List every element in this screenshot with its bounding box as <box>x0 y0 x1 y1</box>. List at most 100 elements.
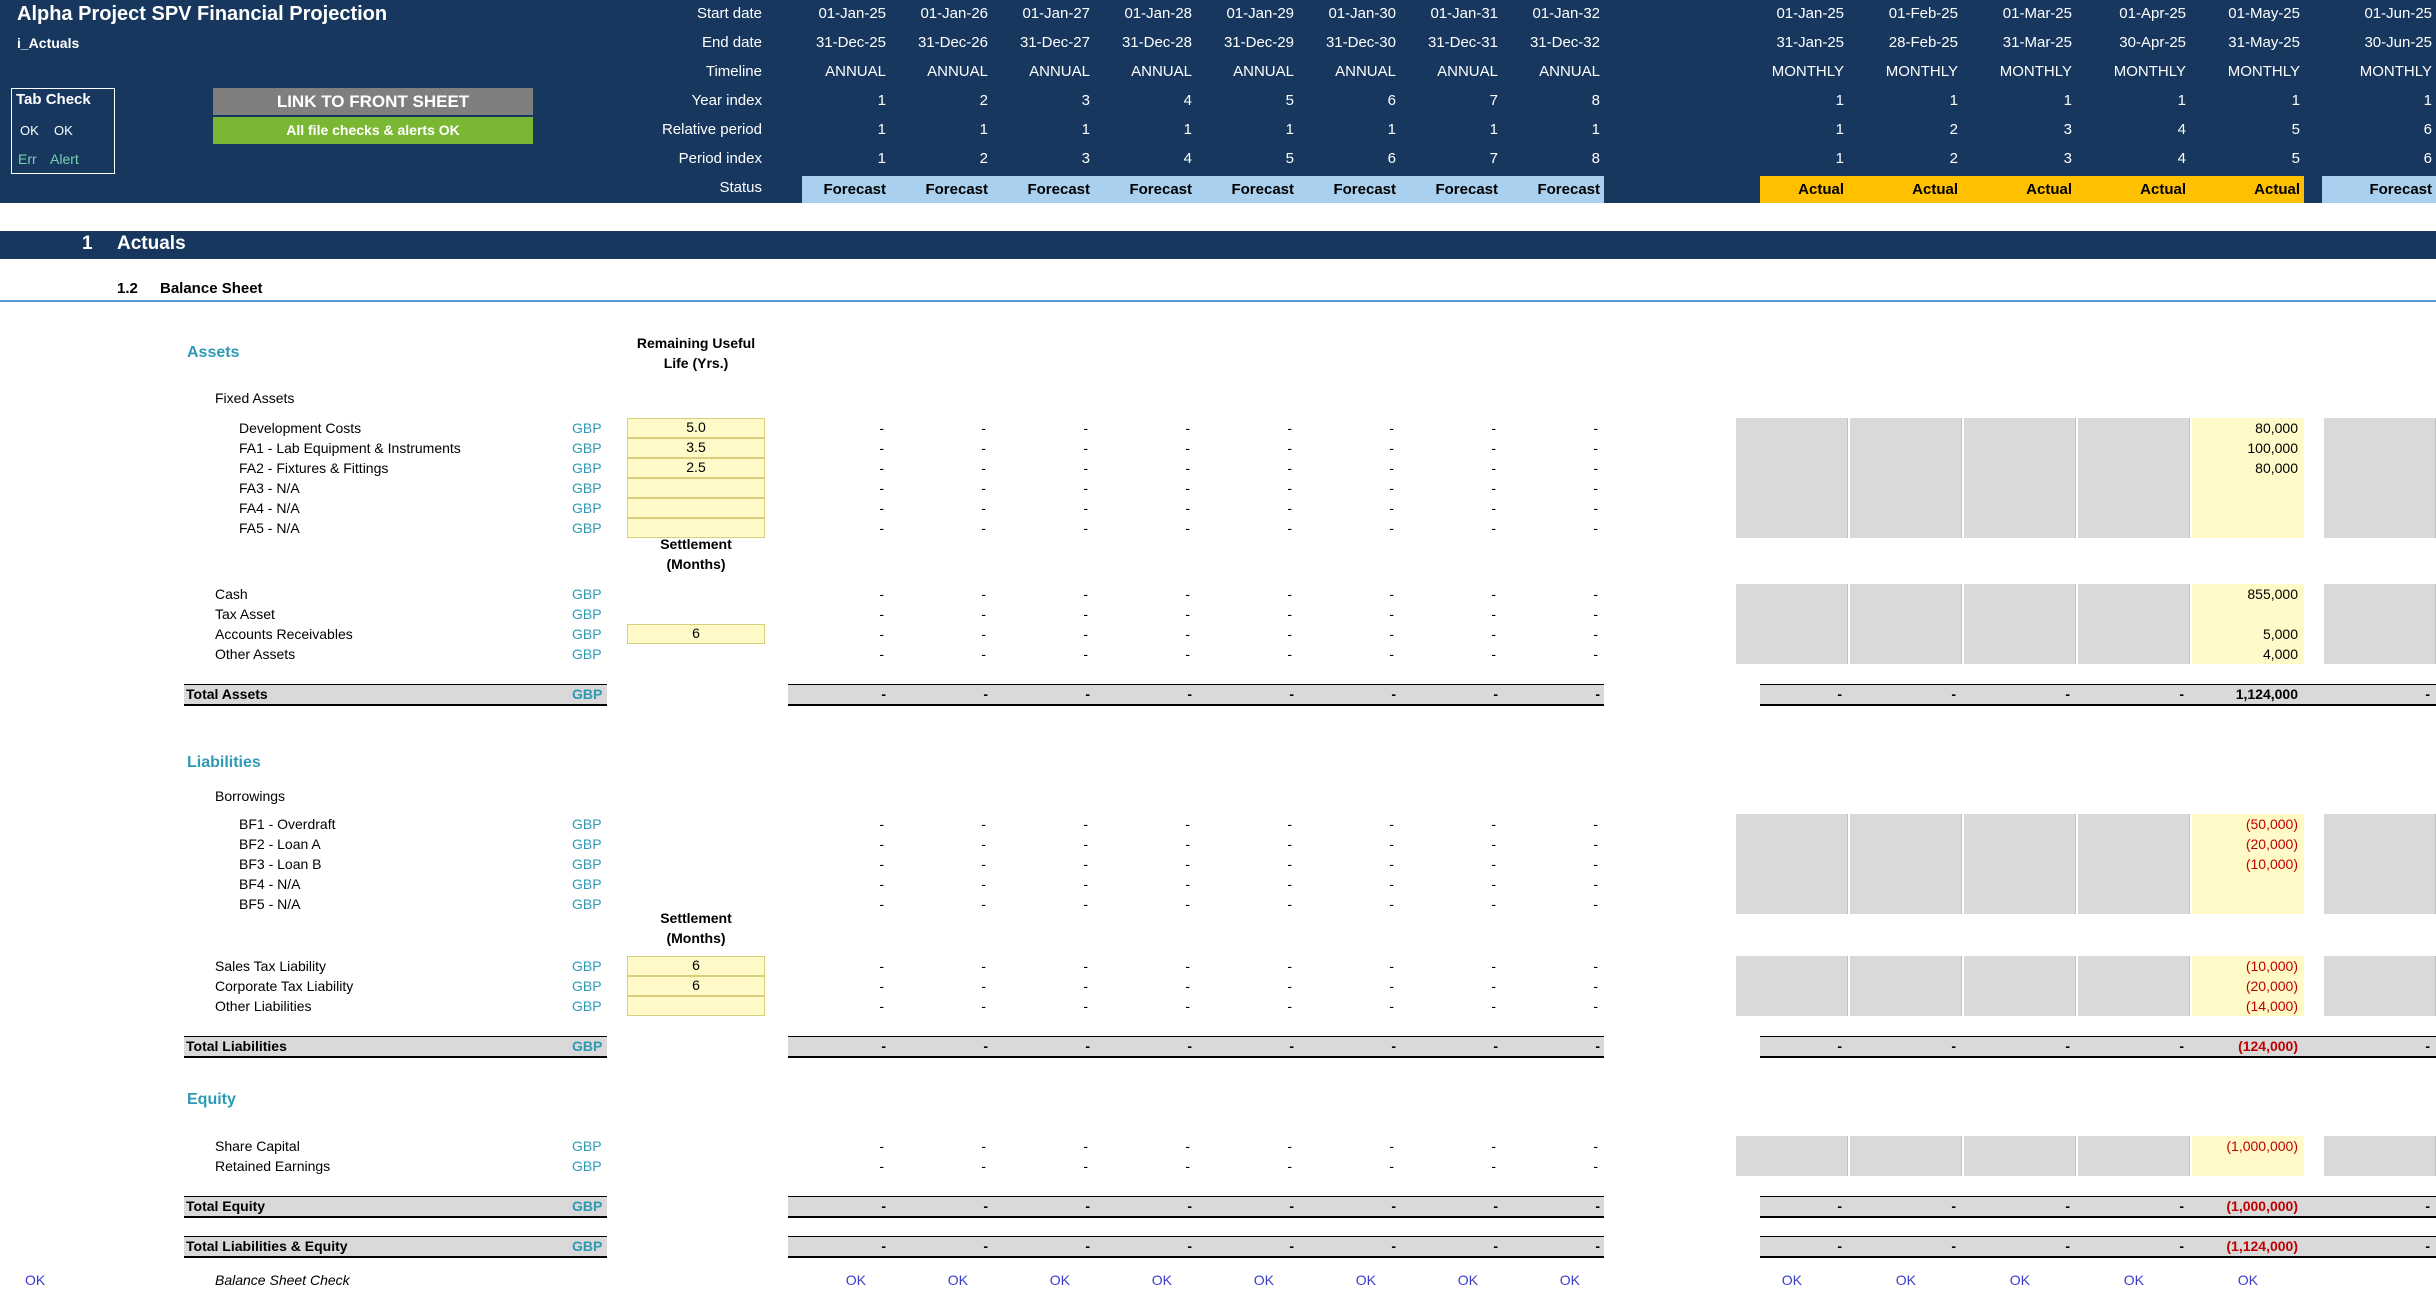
timeline-cell: 1 <box>1183 121 1192 138</box>
col-header-settlement-1: Settlement <box>660 536 732 552</box>
input-cell[interactable]: 3.5 <box>627 438 765 458</box>
actual-cell <box>1850 976 1962 996</box>
link-to-front-sheet-button[interactable]: LINK TO FRONT SHEET <box>213 88 533 115</box>
annual-value: - <box>1287 978 1292 994</box>
annual-value: - <box>981 646 986 662</box>
currency-unit: GBP <box>572 816 602 832</box>
annual-value: - <box>1593 646 1598 662</box>
tab-check-ok-2: OK <box>54 123 73 138</box>
timeline-cell: 2 <box>979 150 988 167</box>
timeline-cell: 4 <box>1183 92 1192 109</box>
row-label: Total Liabilities <box>186 1038 287 1054</box>
input-cell[interactable]: 6 <box>627 956 765 976</box>
input-cell[interactable] <box>627 518 765 538</box>
actual-cell <box>1736 996 1848 1016</box>
annual-value: - <box>1595 1198 1600 1214</box>
annual-value: - <box>1287 460 1292 476</box>
annual-value: - <box>981 586 986 602</box>
annual-value: - <box>879 856 884 872</box>
input-cell[interactable]: 2.5 <box>627 458 765 478</box>
actual-cell <box>2324 584 2436 604</box>
check-label: Balance Sheet Check <box>215 1272 350 1288</box>
status-forecast: Forecast <box>1502 176 1604 203</box>
monthly-value: (10,000) <box>2245 958 2298 974</box>
group-liabilities: Liabilities <box>187 754 261 771</box>
annual-value: - <box>1083 1158 1088 1174</box>
actual-cell <box>2078 498 2190 518</box>
annual-value: - <box>1287 836 1292 852</box>
timeline-cell: 1 <box>1835 150 1844 167</box>
input-cell[interactable] <box>627 498 765 518</box>
actual-cell <box>1850 814 1962 834</box>
row-label: Share Capital <box>215 1138 300 1154</box>
actual-input-cell[interactable] <box>2192 498 2304 518</box>
actual-input-cell[interactable] <box>2192 1156 2304 1176</box>
timeline-cell: 1 <box>1489 121 1498 138</box>
input-cell[interactable]: 6 <box>627 976 765 996</box>
spreadsheet: Alpha Project SPV Financial Projection i… <box>0 0 2436 1289</box>
annual-value: - <box>1491 958 1496 974</box>
annual-value: - <box>1085 1238 1090 1254</box>
row-label: Other Liabilities <box>215 998 312 1014</box>
actual-cell <box>2324 438 2436 458</box>
timeline-cell: 31-Dec-29 <box>1223 34 1294 51</box>
timeline-cell: 1 <box>1591 121 1600 138</box>
annual-value: - <box>1287 998 1292 1014</box>
currency-unit: GBP <box>572 520 602 536</box>
annual-value: - <box>1185 876 1190 892</box>
annual-value: - <box>1593 896 1598 912</box>
subgroup-borrowings: Borrowings <box>215 788 286 804</box>
input-cell[interactable]: 5.0 <box>627 418 765 438</box>
actual-input-cell[interactable] <box>2192 604 2304 624</box>
actual-cell <box>2324 1156 2436 1176</box>
monthly-value: - <box>2425 1238 2430 1254</box>
monthly-value: - <box>2065 1038 2070 1054</box>
timeline-cell: 1 <box>877 121 886 138</box>
monthly-value: - <box>1951 1238 1956 1254</box>
status-forecast: Forecast <box>1298 176 1400 203</box>
input-cell[interactable]: 6 <box>627 624 765 644</box>
actual-cell <box>1964 814 2076 834</box>
annual-value: - <box>1493 1238 1498 1254</box>
actual-input-cell[interactable] <box>2192 874 2304 894</box>
sheet-name: i_Actuals <box>17 35 80 51</box>
monthly-value: - <box>1951 1198 1956 1214</box>
check-ok: OK <box>2237 1272 2258 1288</box>
timeline-cell: 1 <box>1081 121 1090 138</box>
annual-value: - <box>1593 420 1598 436</box>
actual-cell <box>1964 458 2076 478</box>
tab-check-ok-1: OK <box>20 123 39 138</box>
timeline-cell: 5 <box>2291 150 2300 167</box>
annual-value: - <box>1287 586 1292 602</box>
timeline-cell: 6 <box>2423 150 2432 167</box>
monthly-value: 1,124,000 <box>2235 686 2298 702</box>
col-header-useful-life-2: Life (Yrs.) <box>663 355 729 371</box>
annual-value: - <box>1491 1138 1496 1154</box>
actual-cell <box>1850 1136 1962 1156</box>
annual-value: - <box>1593 978 1598 994</box>
actual-input-cell[interactable] <box>2192 518 2304 538</box>
annual-value: - <box>1185 1158 1190 1174</box>
annual-value: - <box>1491 460 1496 476</box>
monthly-value: - <box>1837 1238 1842 1254</box>
input-cell[interactable] <box>627 478 765 498</box>
monthly-value: - <box>2425 1198 2430 1214</box>
annual-value: - <box>879 1138 884 1154</box>
actual-input-cell[interactable] <box>2192 478 2304 498</box>
timeline-cell: ANNUAL <box>1335 63 1396 80</box>
currency-unit: GBP <box>572 1038 603 1054</box>
annual-value: - <box>879 480 884 496</box>
annual-value: - <box>1185 606 1190 622</box>
col-header-useful-life-1: Remaining Useful <box>636 335 756 351</box>
annual-value: - <box>1287 816 1292 832</box>
currency-unit: GBP <box>572 480 602 496</box>
actual-input-cell[interactable] <box>2192 894 2304 914</box>
annual-value: - <box>1491 586 1496 602</box>
input-cell[interactable] <box>627 996 765 1016</box>
annual-value: - <box>1593 958 1598 974</box>
actual-cell <box>1736 644 1848 664</box>
annual-value: - <box>1389 978 1394 994</box>
annual-value: - <box>879 420 884 436</box>
timeline-cell: 01-Jan-27 <box>1022 5 1090 22</box>
timeline-cell: 31-Dec-28 <box>1121 34 1192 51</box>
